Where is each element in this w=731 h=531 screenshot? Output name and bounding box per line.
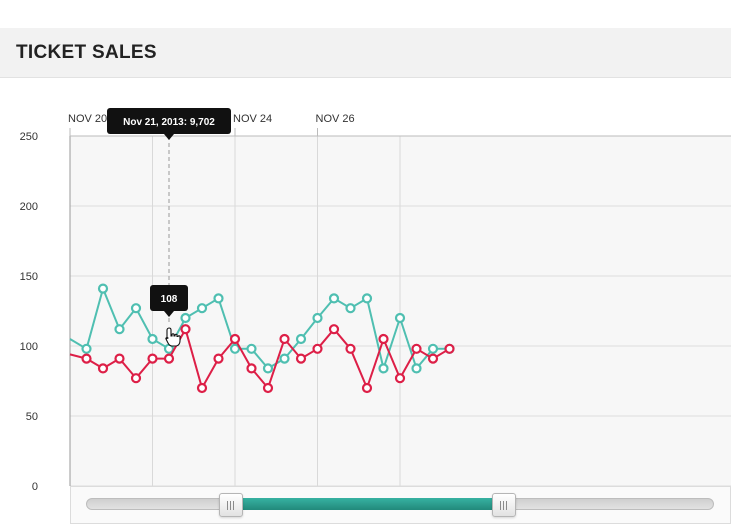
y-tick-label: 250 — [20, 131, 38, 143]
data-point[interactable] — [312, 312, 323, 324]
data-point[interactable] — [229, 333, 241, 345]
data-point[interactable] — [246, 363, 257, 374]
data-point[interactable] — [180, 312, 191, 324]
data-point[interactable] — [114, 353, 125, 364]
y-tick-label: 100 — [20, 341, 38, 353]
data-point[interactable] — [394, 312, 406, 324]
data-point[interactable] — [213, 353, 224, 364]
data-point[interactable] — [345, 343, 356, 354]
data-point[interactable] — [196, 382, 208, 394]
data-point[interactable] — [411, 343, 422, 354]
data-point[interactable] — [361, 382, 373, 394]
data-point[interactable] — [262, 363, 274, 374]
range-slider-right-handle[interactable] — [492, 493, 517, 517]
data-point[interactable] — [147, 333, 158, 345]
y-tick-label: 150 — [20, 271, 38, 283]
y-tick-label: 200 — [20, 201, 38, 213]
data-point[interactable] — [295, 353, 307, 364]
date-tooltip-text: Nov 21, 2013: 9,702 — [123, 117, 215, 128]
data-point[interactable] — [328, 293, 340, 304]
data-point[interactable] — [295, 333, 307, 345]
data-point[interactable] — [130, 373, 142, 384]
data-point[interactable] — [130, 303, 142, 314]
data-point[interactable] — [279, 333, 290, 345]
y-tick-label: 0 — [32, 481, 38, 493]
data-point[interactable] — [97, 363, 109, 374]
data-point[interactable] — [312, 343, 323, 354]
data-point[interactable] — [361, 293, 373, 304]
x-tick-label: NOV 26 — [316, 113, 355, 125]
data-point[interactable] — [81, 353, 92, 364]
data-point[interactable] — [81, 343, 92, 354]
data-point[interactable] — [411, 363, 422, 374]
data-point[interactable] — [180, 324, 191, 335]
range-slider-left-handle[interactable] — [219, 493, 243, 517]
data-point[interactable] — [427, 353, 439, 364]
data-point[interactable] — [378, 333, 389, 345]
data-point[interactable] — [444, 343, 455, 354]
data-point[interactable] — [163, 353, 175, 364]
x-tick-label: NOV 20 — [68, 113, 107, 125]
y-tick-label: 50 — [26, 411, 38, 423]
range-slider-selection[interactable] — [243, 498, 495, 510]
data-point[interactable] — [262, 382, 274, 394]
data-point[interactable] — [394, 373, 406, 384]
data-point[interactable] — [328, 324, 340, 335]
line-chart: 0 50 100 150 200 250 NOV 20 NOV 24 NOV 26 Nov 21… — [20, 108, 731, 493]
data-point[interactable] — [427, 343, 439, 354]
data-point[interactable] — [378, 363, 389, 374]
value-tooltip-text: 108 — [161, 294, 178, 305]
data-point[interactable] — [114, 324, 125, 335]
data-point[interactable] — [246, 343, 257, 354]
data-point[interactable] — [196, 303, 208, 314]
data-point[interactable] — [97, 283, 109, 294]
data-point[interactable] — [345, 303, 356, 314]
x-tick-label: NOV 24 — [233, 113, 272, 125]
data-point[interactable] — [279, 353, 290, 364]
data-point[interactable] — [213, 293, 224, 304]
data-point[interactable] — [147, 353, 158, 364]
